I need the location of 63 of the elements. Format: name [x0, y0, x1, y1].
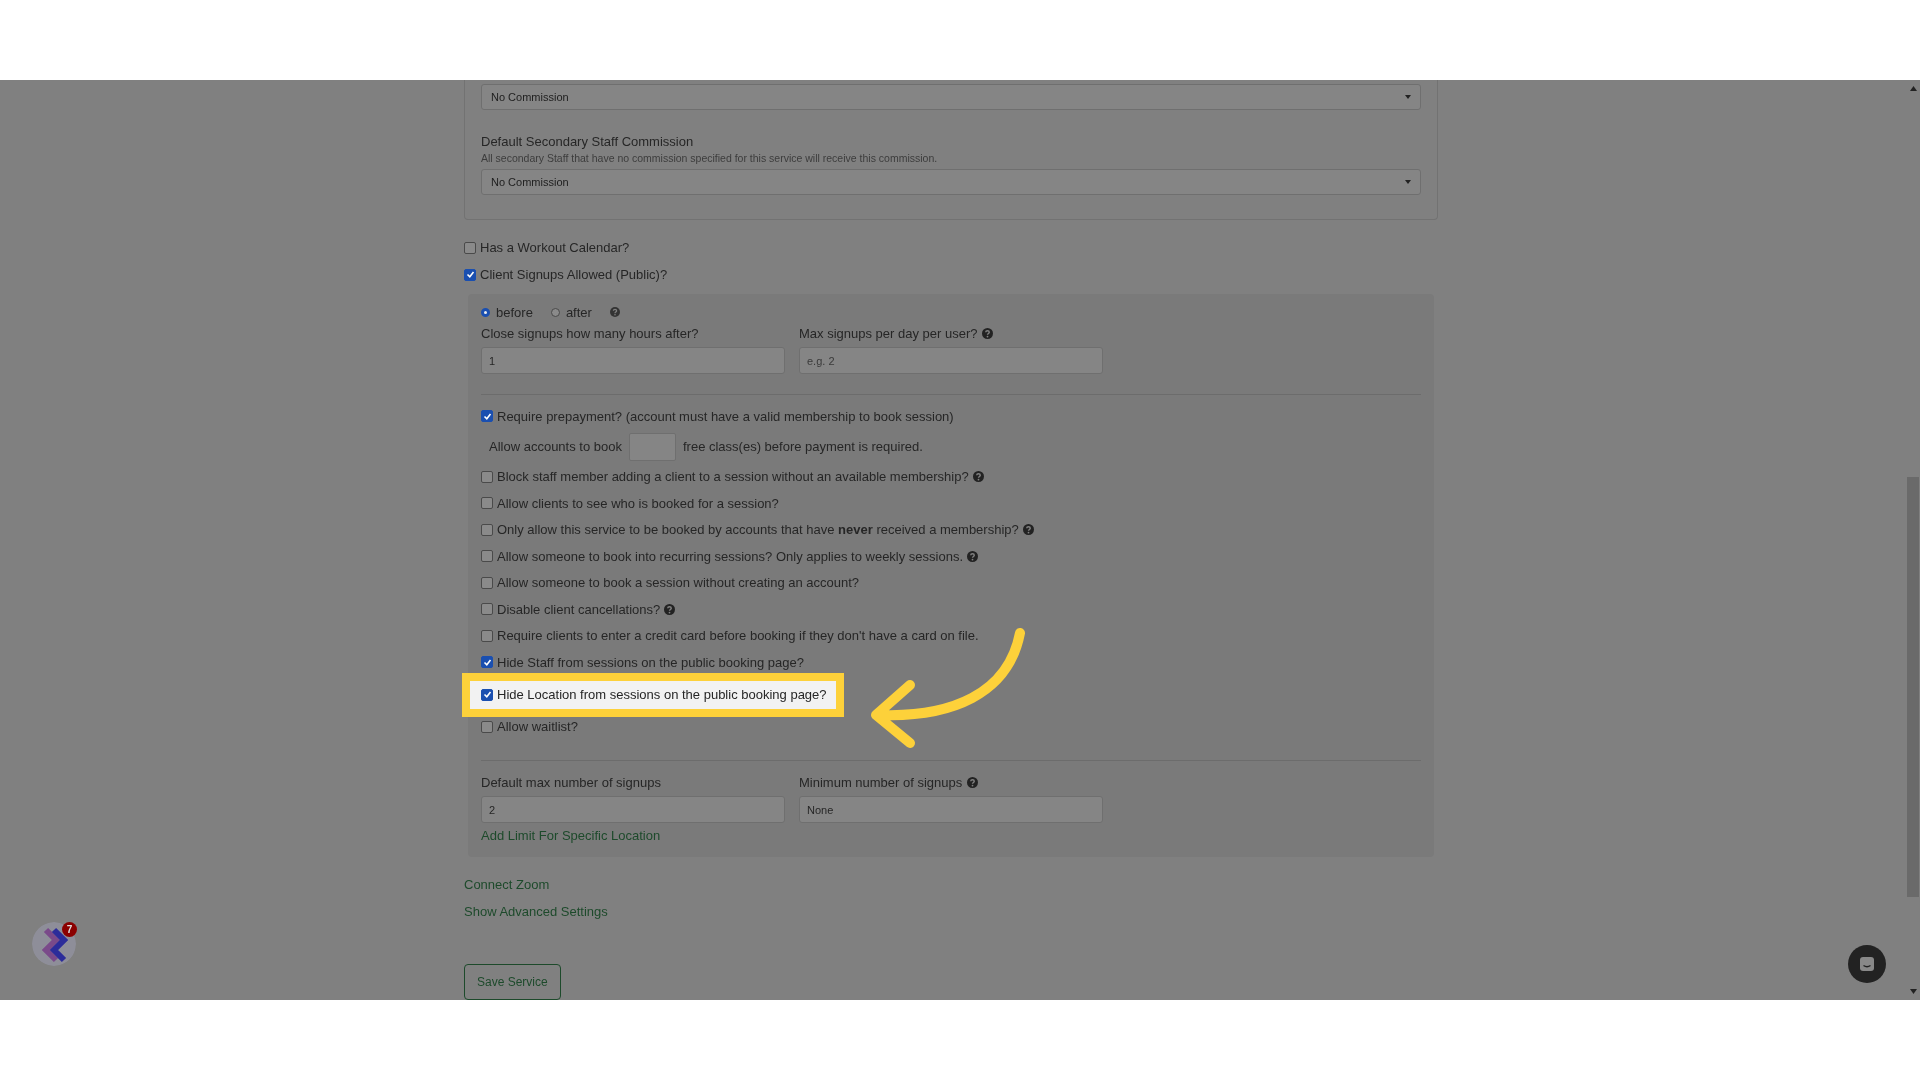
radio-button[interactable] [550, 307, 560, 317]
checkbox[interactable] [481, 470, 493, 483]
checkbox[interactable] [481, 550, 493, 563]
add-limit-link[interactable]: Add Limit For Specific Location [481, 828, 661, 843]
scroll-down-icon[interactable] [1909, 989, 1917, 994]
checkbox-label: Disable client cancellations? [497, 601, 661, 617]
scroll-up-icon[interactable] [1909, 86, 1917, 91]
chat-bubble-icon [1859, 956, 1875, 972]
field-label: free class(es) before payment is required. [682, 439, 923, 454]
checkbox-label: Hide Staff from sessions on the public booking page? [497, 654, 804, 670]
checkbox[interactable] [481, 603, 493, 616]
checkbox-label: Allow someone to book a session without creating an account? [497, 575, 860, 591]
caret-icon [1405, 180, 1411, 184]
settings-link[interactable]: Show Advanced Settings [464, 904, 1438, 918]
checkbox[interactable] [481, 629, 493, 642]
help-icon[interactable] [967, 550, 979, 562]
app-launcher-icon[interactable] [32, 922, 76, 966]
checkbox[interactable] [481, 688, 493, 701]
help-icon[interactable] [967, 777, 979, 788]
caret-icon [1405, 95, 1411, 99]
checkbox[interactable] [464, 268, 476, 281]
checkbox[interactable] [481, 720, 493, 733]
text-field[interactable]: 2 [481, 796, 785, 823]
field-label: Allow accounts to book [489, 439, 622, 454]
radio-button[interactable] [481, 307, 490, 317]
save-service-button[interactable]: Save Service [464, 964, 561, 1000]
checkbox-label: Require clients to enter a credit card before booking if they don't have a card on file. [497, 628, 979, 644]
text-field[interactable]: e.g. 2 [799, 347, 1103, 374]
help-icon[interactable] [609, 307, 620, 317]
commission-select[interactable]: No Commission [481, 169, 1421, 195]
checkbox-label: Only allow this service to be booked by accounts that have never received a membership? [497, 522, 1019, 538]
checkbox[interactable] [481, 497, 493, 510]
field-label: Minimum number of signups [799, 775, 963, 790]
text-field[interactable]: None [799, 796, 1103, 823]
checkbox[interactable] [481, 410, 493, 423]
commission-select[interactable]: No Commission [481, 84, 1421, 110]
checkbox-label: Allow clients to see who is booked for a session? [497, 495, 779, 511]
checkbox-label: Has a Workout Calendar? [480, 240, 630, 255]
help-icon[interactable] [972, 471, 984, 483]
settings-link[interactable]: Connect Zoom [464, 877, 1438, 891]
field-label: Default Secondary Staff Commission [481, 134, 695, 149]
checkbox[interactable] [481, 523, 493, 536]
text-field[interactable]: 1 [481, 347, 785, 374]
help-icon[interactable] [664, 603, 676, 615]
chat-button[interactable] [1848, 945, 1886, 983]
checkbox-label: Require prepayment? (account must have a valid membership to book session) [497, 408, 954, 424]
radio-label: after [565, 304, 592, 320]
checkbox-label: Block staff member adding a client to a session without an available membership? [497, 469, 969, 485]
checkbox[interactable] [481, 576, 493, 589]
radio-label: before [496, 304, 533, 320]
field-label: Default max number of signups [481, 775, 661, 790]
field-help-text: All secondary Staff that have no commission specified for this service will receive this commission. [481, 152, 939, 164]
checkbox-label: Allow waitlist? [497, 719, 578, 735]
checkbox-label: Allow someone to book into recurring sessions? Only applies to weekly sessions. [497, 548, 964, 564]
notification-badge: 7 [62, 922, 77, 937]
field-label: Max signups per day per user? [799, 326, 978, 341]
checkbox[interactable] [481, 656, 493, 669]
help-icon[interactable] [1022, 524, 1034, 536]
checkbox-label: Client Signups Allowed (Public)? [480, 267, 668, 282]
help-icon[interactable] [982, 328, 994, 339]
checkbox-label: Hide Location from sessions on the public booking page? [497, 687, 827, 702]
checkbox[interactable] [464, 241, 476, 254]
field-label: Close signups how many hours after? [481, 326, 699, 341]
